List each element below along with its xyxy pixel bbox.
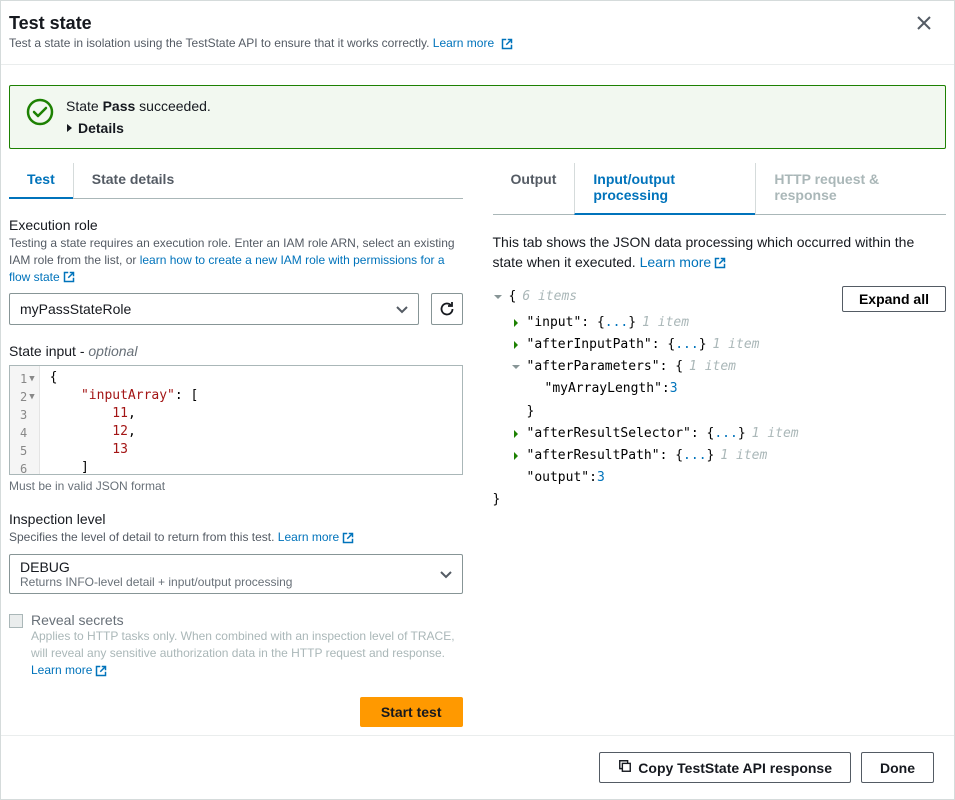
tab-test[interactable]: Test: [9, 163, 73, 199]
expand-all-button[interactable]: Expand all: [842, 286, 946, 312]
tree-row[interactable]: "input" : {...}1 item: [493, 312, 947, 334]
reveal-learn-more-link[interactable]: Learn more: [31, 663, 107, 677]
close-button[interactable]: [914, 13, 934, 33]
external-link-icon: [714, 257, 726, 269]
tree-toggle[interactable]: [511, 340, 523, 350]
modal-header: Test state Test a state in isolation usi…: [1, 1, 954, 65]
inspection-desc: Specifies the level of detail to return …: [9, 529, 463, 546]
modal-title: Test state: [9, 13, 934, 34]
external-link-icon: [342, 532, 354, 544]
tab-output[interactable]: Output: [493, 163, 575, 215]
inspection-learn-more-link[interactable]: Learn more: [278, 530, 354, 544]
tree-row[interactable]: "afterResultPath" : {...}1 item: [493, 445, 947, 467]
test-state-modal: Test state Test a state in isolation usi…: [0, 0, 955, 800]
start-test-button[interactable]: Start test: [360, 697, 463, 727]
inspection-label: Inspection level: [9, 511, 463, 527]
json-tree: { 6 items Expand all "input" : {...}1 it…: [493, 286, 947, 511]
external-link-icon: [63, 271, 75, 283]
tree-toggle[interactable]: [511, 362, 523, 372]
alert-title: State Pass succeeded.: [66, 98, 929, 114]
tab-state-details[interactable]: State details: [73, 163, 192, 199]
exec-role-select[interactable]: myPassStateRole: [9, 293, 419, 325]
tree-toggle[interactable]: [511, 318, 523, 328]
reveal-secrets-desc: Applies to HTTP tasks only. When combine…: [31, 628, 463, 678]
modal-subtitle: Test a state in isolation using the Test…: [9, 36, 934, 50]
done-button[interactable]: Done: [861, 752, 934, 783]
modal-footer: Copy TestState API response Done: [1, 735, 954, 799]
tab-http: HTTP request & response: [755, 163, 946, 215]
reveal-secrets-checkbox[interactable]: [9, 614, 23, 628]
tree-row[interactable]: "output" : 3: [493, 467, 947, 489]
tree-toggle[interactable]: [511, 451, 523, 461]
tree-row[interactable]: "afterParameters" : {1 item: [493, 356, 947, 378]
tree-toggle[interactable]: [511, 429, 523, 439]
state-input-editor[interactable]: 1▼2▼3 4 5 6 { "inputArray": [ 11, 12, 13…: [9, 365, 463, 475]
header-learn-more-link[interactable]: Learn more: [433, 36, 513, 50]
tree-row: "myArrayLength" : 3: [493, 378, 947, 400]
success-check-icon: [26, 98, 54, 126]
left-tabs: Test State details: [9, 163, 463, 199]
copy-response-button[interactable]: Copy TestState API response: [599, 752, 851, 783]
right-learn-more-link[interactable]: Learn more: [640, 254, 727, 270]
success-alert: State Pass succeeded. Details: [9, 85, 946, 149]
tab-io-processing[interactable]: Input/output processing: [574, 163, 755, 215]
chevron-down-icon: [396, 301, 408, 317]
external-link-icon: [501, 38, 513, 50]
chevron-down-icon: [440, 566, 452, 582]
tree-toggle[interactable]: [493, 292, 505, 302]
state-input-help: Must be in valid JSON format: [9, 479, 463, 493]
right-panel-desc: This tab shows the JSON data processing …: [493, 233, 947, 272]
exec-role-desc: Testing a state requires an execution ro…: [9, 235, 463, 285]
tree-row[interactable]: "afterInputPath" : {...}1 item: [493, 334, 947, 356]
state-input-label: State input - optional: [9, 343, 463, 359]
inspection-select[interactable]: DEBUG Returns INFO-level detail + input/…: [9, 554, 463, 594]
right-tabs: Output Input/output processing HTTP requ…: [493, 163, 947, 215]
caret-right-icon: [66, 120, 74, 136]
reveal-secrets-label: Reveal secrets: [31, 612, 463, 628]
copy-icon: [618, 759, 632, 776]
exec-role-label: Execution role: [9, 217, 463, 233]
tree-row[interactable]: "afterResultSelector" : {...}1 item: [493, 423, 947, 445]
refresh-button[interactable]: [431, 293, 463, 325]
external-link-icon: [95, 665, 107, 677]
alert-details-toggle[interactable]: Details: [66, 120, 124, 136]
